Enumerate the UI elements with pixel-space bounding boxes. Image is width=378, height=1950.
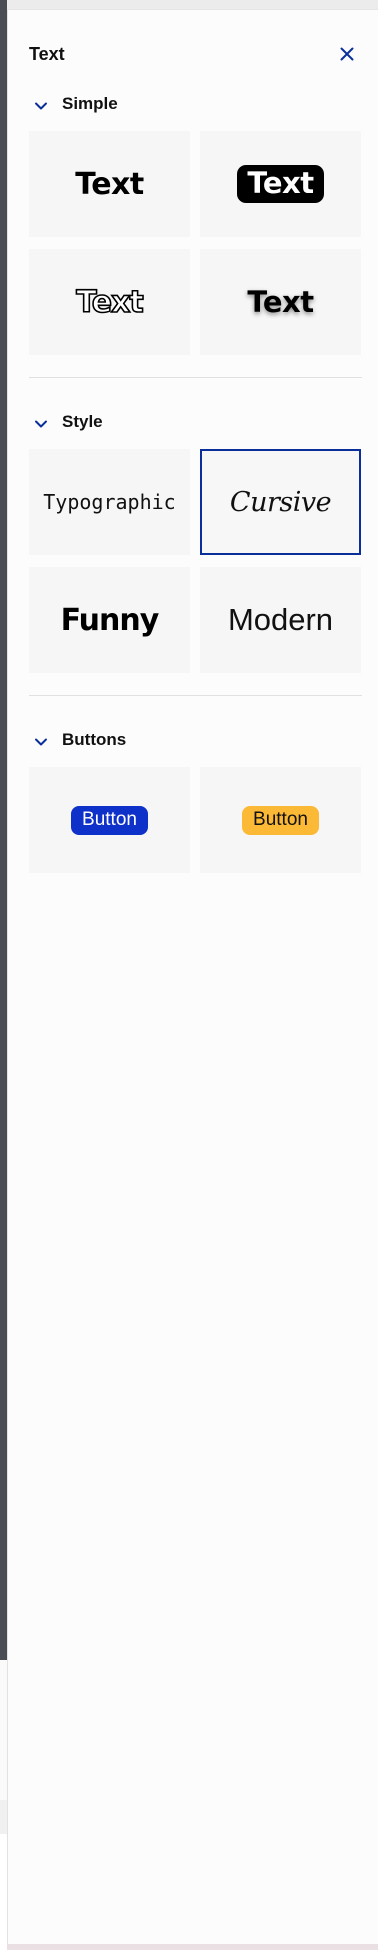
chevron-down-icon [35,102,47,110]
section-divider [29,377,362,378]
bottom-edge [7,1944,378,1950]
section-buttons: Buttons [29,726,360,756]
background-fragment [0,1660,7,1800]
button-style-tile-yellow[interactable]: Button [200,767,361,873]
text-style-tile-funny[interactable]: Funny [29,567,190,673]
section-style: Style [29,408,360,438]
text-style-tile-modern[interactable]: Modern [200,567,361,673]
section-toggle-simple[interactable]: Simple [29,90,360,120]
section-toggle-buttons[interactable]: Buttons [29,726,360,756]
section-divider [29,695,362,696]
section-label: Simple [62,94,118,113]
section-label: Buttons [62,730,127,749]
tile-preview-text: Text [75,166,144,202]
text-style-tile-outline[interactable]: Text [29,249,190,355]
tile-preview-text: Typographic [43,490,176,514]
tile-preview-text: Funny [60,602,160,638]
tile-preview-text: Modern [227,602,334,637]
tile-preview-text: Text [247,285,314,319]
tile-preview-button: Button [71,805,148,835]
text-style-tile-cursive[interactable]: Cursive [200,449,361,555]
section-label: Style [62,412,103,431]
button-style-tile-blue[interactable]: Button [29,767,190,873]
section-toggle-style[interactable]: Style [29,408,360,438]
tile-preview-text: Cursive [229,486,332,518]
background-fragment [0,1800,7,1834]
section-simple: Simple [29,90,360,120]
panel-header: Text [29,35,378,75]
background-app-edge [0,0,7,1950]
close-button[interactable] [334,41,360,67]
chevron-down-icon [35,420,47,428]
close-icon [340,47,354,61]
text-style-tile-plain[interactable]: Text [29,131,190,237]
text-panel: Text Simple Text Text Text Text Style Ty… [7,9,378,1944]
text-style-tile-badge[interactable]: Text [200,131,361,237]
tile-preview-button: Button [242,805,319,835]
text-style-tile-typographic[interactable]: Typographic [29,449,190,555]
tile-preview-text: Text [237,165,324,203]
panel-title: Text [29,44,65,64]
chevron-down-icon [35,738,47,746]
tile-preview-text: Text [75,284,144,321]
text-style-tile-shadow[interactable]: Text [200,249,361,355]
background-fragment [0,1834,7,1950]
